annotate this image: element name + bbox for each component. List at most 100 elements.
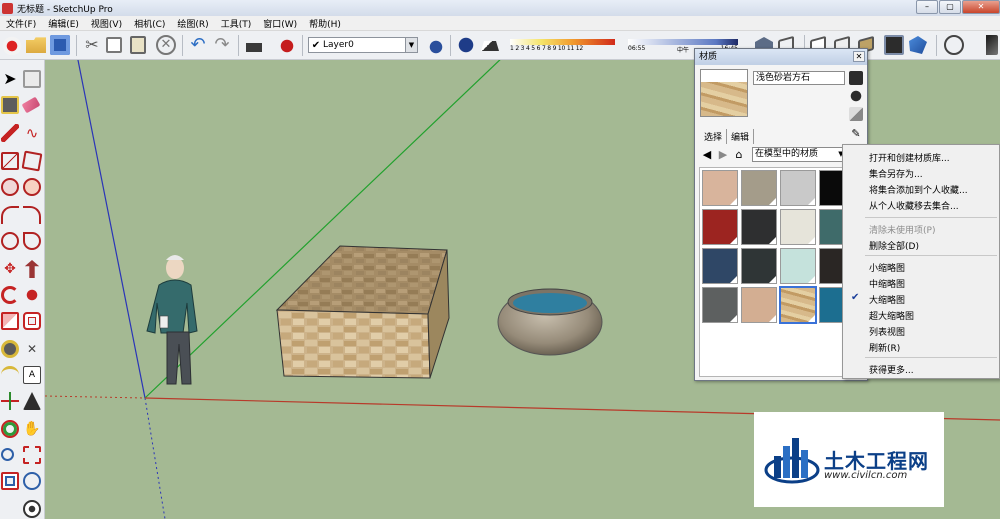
forward-arrow-icon[interactable]: ▶ xyxy=(716,148,730,162)
ctx-medium-thumbnails[interactable]: 中缩略图 xyxy=(869,277,905,290)
chevron-down-icon[interactable]: ▼ xyxy=(405,38,417,52)
style-builder-icon[interactable] xyxy=(909,36,927,54)
ctx-save-collection-as[interactable]: 集合另存为... xyxy=(869,167,923,180)
ctx-large-thumbnails[interactable]: 大缩略图 xyxy=(869,293,905,306)
get-models-icon[interactable] xyxy=(2,35,22,55)
move-icon[interactable]: ✥ xyxy=(1,260,19,278)
menu-window[interactable]: 窗口(W) xyxy=(257,17,303,30)
dimension-icon[interactable]: ✕ xyxy=(23,340,41,358)
three-point-arc-icon[interactable] xyxy=(23,232,41,250)
material-swatch[interactable] xyxy=(741,170,777,206)
library-select[interactable]: 在模型中的材质 ▼ xyxy=(752,147,847,162)
ctx-refresh[interactable]: 刷新(R) xyxy=(869,341,900,354)
ctx-add-to-favorites[interactable]: 将集合添加到个人收藏... xyxy=(869,183,968,196)
eyedropper-icon[interactable]: ✎ xyxy=(849,127,863,141)
shadow-settings-icon[interactable] xyxy=(456,35,476,55)
position-camera-icon[interactable] xyxy=(944,35,964,55)
two-point-arc-icon[interactable] xyxy=(23,206,41,224)
create-material-icon[interactable] xyxy=(849,71,863,85)
paste-icon[interactable] xyxy=(130,36,146,54)
menu-help[interactable]: 帮助(H) xyxy=(303,17,347,30)
ctx-list-view[interactable]: 列表视图 xyxy=(869,325,905,338)
menu-edit[interactable]: 编辑(E) xyxy=(42,17,85,30)
zoom-extents-icon[interactable] xyxy=(1,472,19,490)
follow-me-icon[interactable] xyxy=(23,286,41,304)
redo-icon[interactable]: ↷ xyxy=(212,35,232,55)
save-icon[interactable] xyxy=(50,35,70,55)
cut-icon[interactable]: ✂ xyxy=(82,35,102,55)
undo-icon[interactable]: ↶ xyxy=(188,35,208,55)
ctx-extra-large-thumbnails[interactable]: 超大缩略图 xyxy=(869,309,914,322)
material-swatch[interactable] xyxy=(780,209,816,245)
material-swatch[interactable] xyxy=(741,287,777,323)
menu-draw[interactable]: 绘图(R) xyxy=(171,17,214,30)
home-icon[interactable]: ⌂ xyxy=(732,148,746,162)
arc-icon[interactable] xyxy=(1,206,19,224)
print-icon[interactable] xyxy=(246,43,262,52)
menu-tools[interactable]: 工具(T) xyxy=(215,17,258,30)
material-swatch[interactable] xyxy=(741,248,777,284)
back-arrow-icon[interactable]: ◀ xyxy=(700,148,714,162)
orbit-icon[interactable] xyxy=(1,420,19,438)
ctx-small-thumbnails[interactable]: 小缩略图 xyxy=(869,261,905,274)
material-swatch[interactable] xyxy=(702,170,738,206)
line-pencil-icon[interactable] xyxy=(1,124,19,142)
menu-camera[interactable]: 相机(C) xyxy=(128,17,171,30)
freehand-icon[interactable]: ∿ xyxy=(23,124,41,142)
minimize-button[interactable]: – xyxy=(916,0,938,14)
look-around-icon[interactable] xyxy=(23,500,41,518)
material-swatch[interactable] xyxy=(780,170,816,206)
rotated-rectangle-icon[interactable] xyxy=(21,150,43,172)
polygon-icon[interactable] xyxy=(23,178,41,196)
pan-hand-icon[interactable]: ✋ xyxy=(23,420,41,438)
3d-text-icon[interactable] xyxy=(23,392,41,410)
panel-close-icon[interactable]: ✕ xyxy=(853,51,865,62)
rectangle-icon[interactable] xyxy=(1,152,19,170)
copy-icon[interactable] xyxy=(106,37,122,53)
menu-view[interactable]: 视图(V) xyxy=(85,17,128,30)
material-swatch[interactable] xyxy=(702,248,738,284)
shadow-month-slider[interactable]: 1 2 3 4 5 6 7 8 9 10 11 12 xyxy=(510,39,615,57)
open-folder-icon[interactable] xyxy=(26,37,46,53)
menu-file[interactable]: 文件(F) xyxy=(0,17,42,30)
make-component-icon[interactable] xyxy=(23,70,41,88)
layer-selector[interactable]: ✔ Layer0 ▼ xyxy=(308,37,418,53)
model-info-icon[interactable] xyxy=(276,35,296,55)
material-swatch[interactable] xyxy=(780,248,816,284)
erase-icon[interactable]: ✕ xyxy=(156,35,176,55)
layer-manager-icon[interactable] xyxy=(424,35,444,55)
circle-icon[interactable] xyxy=(1,178,19,196)
ctx-open-library[interactable]: 打开和创建材质库... xyxy=(869,151,950,164)
zoom-icon[interactable] xyxy=(1,448,14,461)
paint-bucket-icon[interactable] xyxy=(1,96,19,114)
protractor-icon[interactable] xyxy=(1,366,19,384)
ctx-remove-from-favorites[interactable]: 从个人收藏移去集合... xyxy=(869,199,959,212)
offset-icon[interactable] xyxy=(23,312,41,330)
scale-icon[interactable] xyxy=(1,312,19,330)
close-button[interactable]: ✕ xyxy=(962,0,1000,14)
text-label-icon[interactable]: A xyxy=(23,366,41,384)
previous-view-icon[interactable] xyxy=(23,472,41,490)
material-swatch[interactable] xyxy=(702,209,738,245)
sample-paint-icon[interactable] xyxy=(849,107,863,121)
maximize-button[interactable]: ▢ xyxy=(939,0,961,14)
tab-edit[interactable]: 编辑 xyxy=(727,129,755,144)
ctx-get-more[interactable]: 获得更多... xyxy=(869,363,914,376)
tab-select[interactable]: 选择 xyxy=(700,129,728,144)
axes-icon[interactable] xyxy=(1,392,19,410)
material-swatch[interactable] xyxy=(741,209,777,245)
style-monochrome-icon[interactable] xyxy=(884,35,904,55)
pie-icon[interactable] xyxy=(1,232,19,250)
rotate-icon[interactable] xyxy=(1,286,19,304)
material-swatch[interactable] xyxy=(779,286,817,324)
select-arrow-icon[interactable]: ➤ xyxy=(1,70,19,88)
zoom-window-icon[interactable] xyxy=(23,446,41,464)
material-name-field[interactable]: 浅色砂岩方石 xyxy=(753,71,845,85)
tape-measure-icon[interactable] xyxy=(1,340,19,358)
walk-icon[interactable] xyxy=(986,35,998,55)
default-material-icon[interactable] xyxy=(849,89,863,103)
ctx-delete-all[interactable]: 删除全部(D) xyxy=(869,239,919,252)
eraser-icon[interactable] xyxy=(21,96,41,114)
display-shadows-icon[interactable] xyxy=(481,41,499,51)
material-swatch[interactable] xyxy=(702,287,738,323)
